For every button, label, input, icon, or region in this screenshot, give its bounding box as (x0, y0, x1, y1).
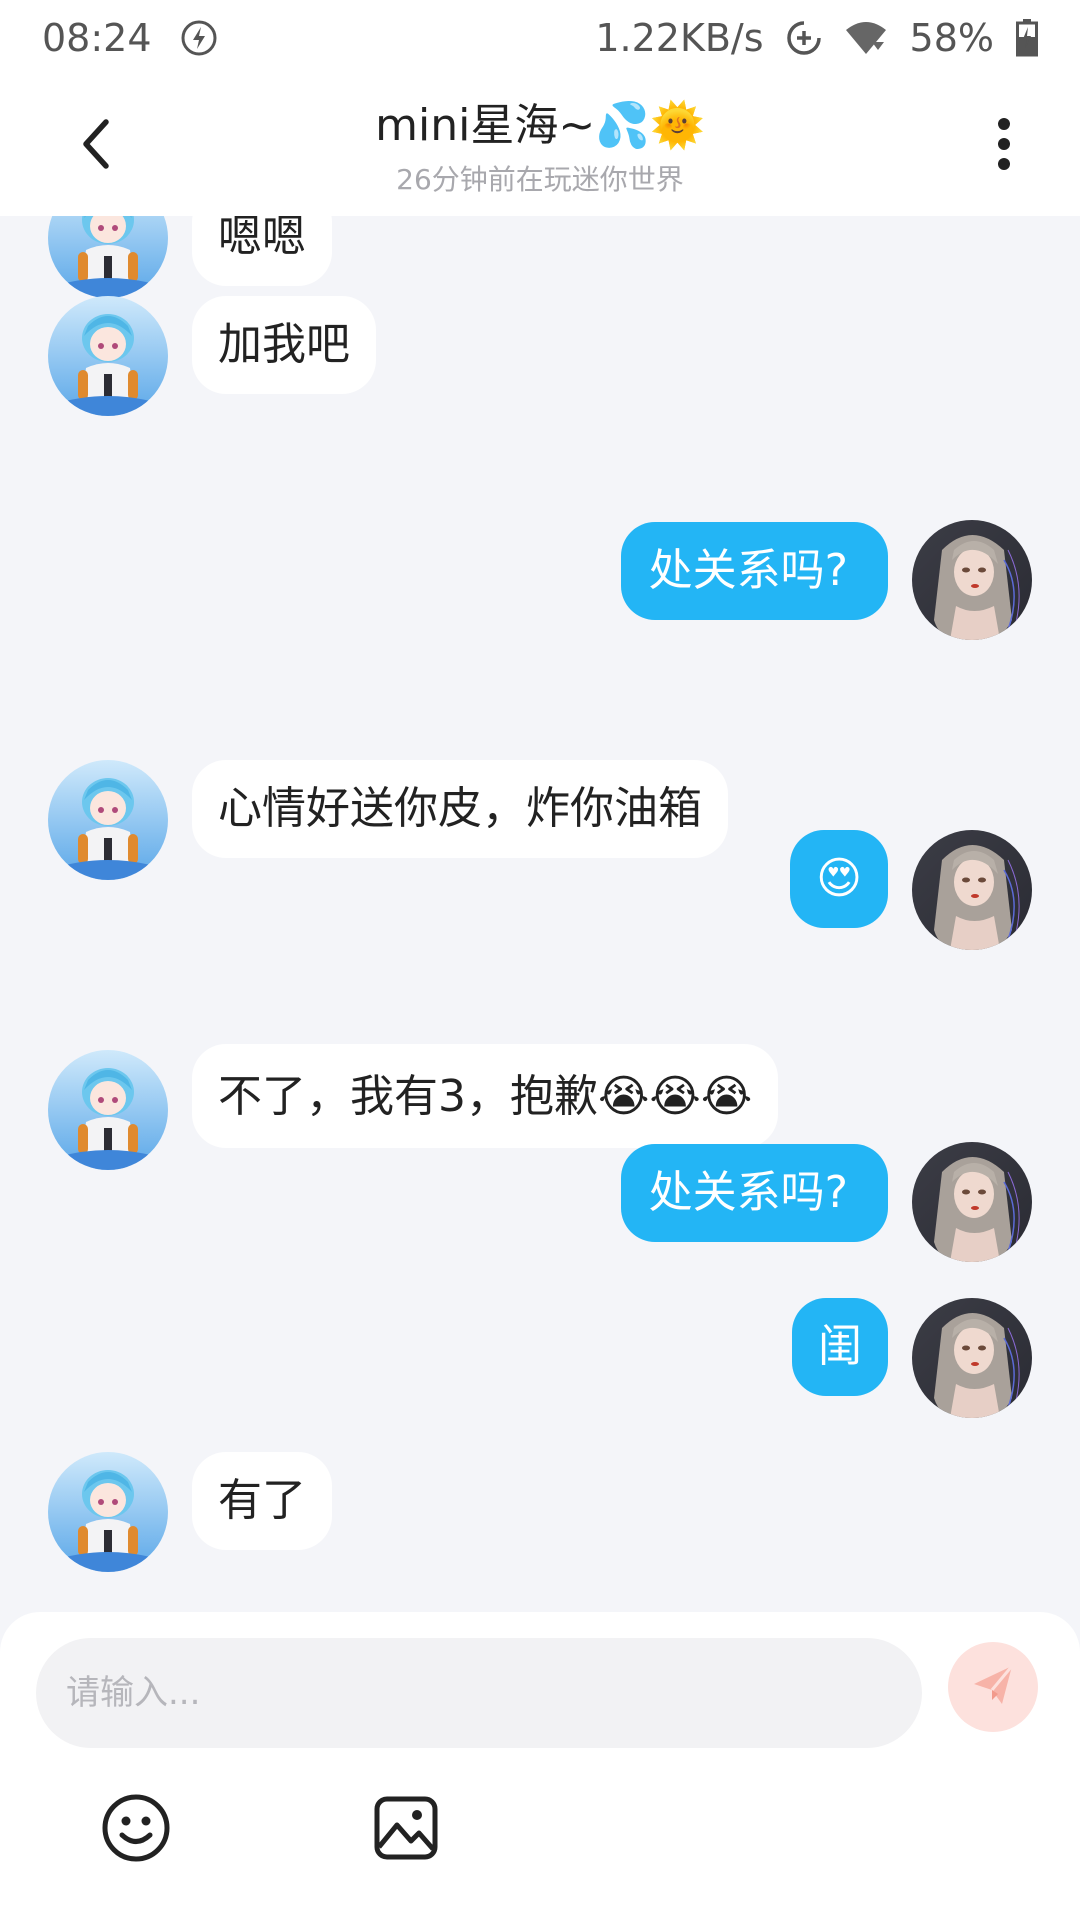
message-bubble[interactable]: 闺 (792, 1298, 888, 1396)
more-button[interactable] (968, 110, 1040, 182)
contact-avatar[interactable] (48, 216, 168, 298)
message-bubble[interactable]: 处关系吗? (620, 1144, 888, 1242)
message-input[interactable] (36, 1638, 922, 1748)
lightning-icon (180, 19, 218, 57)
battery-percent: 58% (909, 16, 994, 60)
image-button[interactable] (366, 1790, 446, 1870)
chat-messages[interactable]: 嗯嗯 加我吧 处关系吗? 心情好送你皮，炸你油箱 😍 不了，我有3，抱歉😭😭😭 … (0, 216, 1080, 1612)
send-button[interactable] (948, 1642, 1038, 1732)
my-avatar[interactable] (912, 520, 1032, 640)
battery-icon (1016, 19, 1038, 57)
data-saver-icon (786, 20, 822, 56)
message-bubble[interactable]: 加我吧 (192, 296, 376, 394)
contact-avatar[interactable] (48, 760, 168, 880)
contact-name: mini星海~💦🌞 (375, 100, 705, 151)
contact-status: 26分钟前在玩迷你世界 (396, 163, 684, 196)
message-bubble[interactable]: 有了 (192, 1452, 332, 1550)
contact-avatar[interactable] (48, 1452, 168, 1572)
my-avatar[interactable] (912, 1142, 1032, 1262)
message-bubble[interactable]: 嗯嗯 (192, 216, 332, 286)
contact-info[interactable]: mini星海~💦🌞 26分钟前在玩迷你世界 (200, 96, 880, 200)
message-bubble[interactable]: 心情好送你皮，炸你油箱 (192, 760, 728, 858)
chat-header: mini星海~💦🌞 26分钟前在玩迷你世界 (0, 76, 1080, 216)
message-bubble[interactable]: 不了，我有3，抱歉😭😭😭 (192, 1044, 779, 1148)
emoji-icon (100, 1792, 172, 1868)
status-time: 08:24 (42, 16, 152, 60)
network-speed: 1.22KB/s (595, 16, 764, 60)
contact-avatar[interactable] (48, 296, 168, 416)
message-bubble[interactable]: 处关系吗? (620, 522, 888, 620)
message-composer (0, 1612, 1080, 1920)
my-avatar[interactable] (912, 1298, 1032, 1418)
back-button[interactable] (60, 110, 132, 182)
my-avatar[interactable] (912, 830, 1032, 950)
send-icon (968, 1660, 1018, 1714)
more-icon (996, 116, 1012, 176)
message-bubble[interactable]: 😍 (790, 830, 888, 928)
image-icon (371, 1793, 441, 1867)
back-icon (76, 116, 116, 176)
status-bar: 08:24 1.22KB/s 58% (0, 0, 1080, 76)
wifi-icon (844, 20, 888, 56)
contact-avatar[interactable] (48, 1050, 168, 1170)
emoji-button[interactable] (96, 1790, 176, 1870)
